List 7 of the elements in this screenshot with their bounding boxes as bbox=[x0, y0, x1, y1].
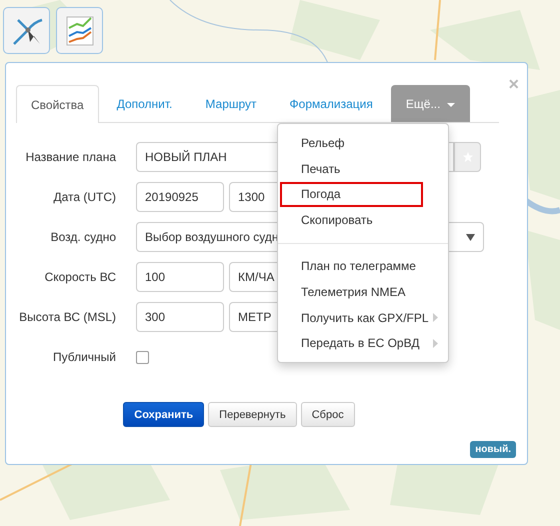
field-label: Скорость ВС bbox=[44, 270, 116, 284]
field-label: Возд. судно bbox=[50, 230, 116, 244]
field-label: Дата (UTC) bbox=[52, 190, 116, 204]
field-label: Публичный bbox=[52, 350, 116, 364]
status-badge: новый. bbox=[470, 441, 516, 458]
field-label: Высота ВС (MSL) bbox=[18, 310, 116, 324]
field-label: Название плана bbox=[24, 150, 116, 164]
